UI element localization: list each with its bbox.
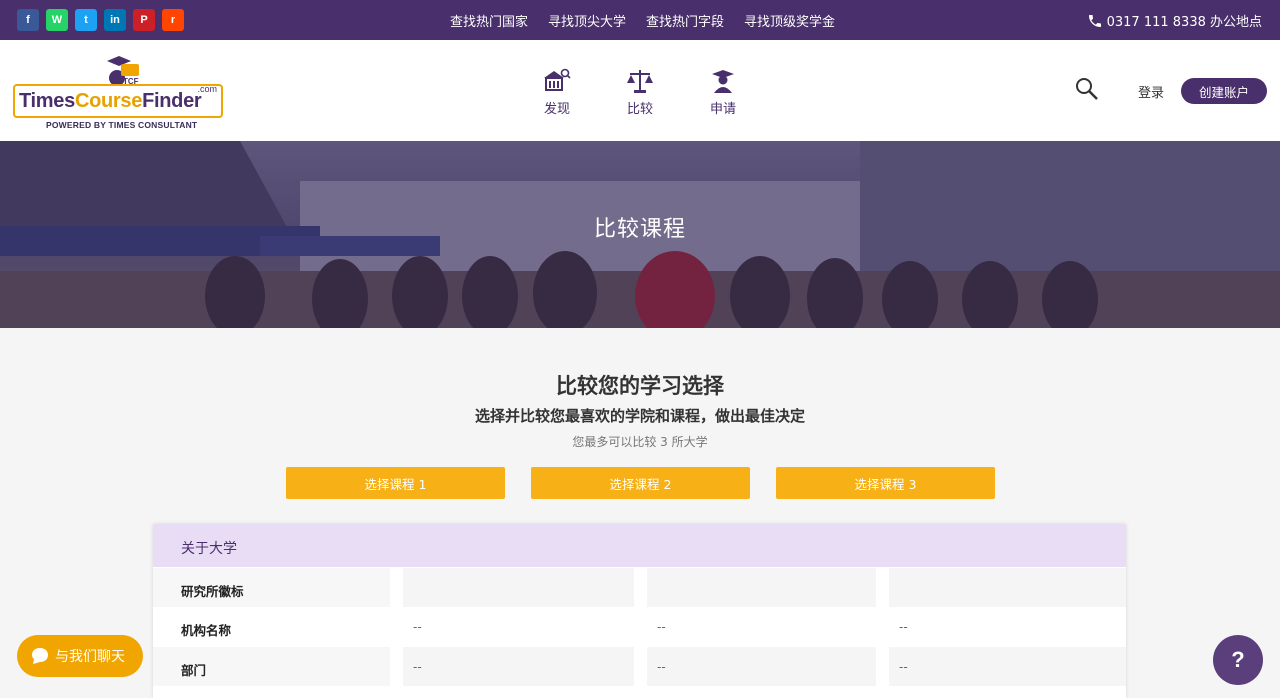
linkedin-icon[interactable]: in [104, 9, 126, 31]
pinterest-icon[interactable]: P [133, 9, 155, 31]
logo-dotcom: .com [197, 84, 217, 94]
create-account-button[interactable]: 创建账户 [1181, 78, 1267, 104]
search-icon[interactable] [1075, 77, 1099, 101]
select-course-1-button[interactable]: 选择课程 1 [286, 467, 505, 499]
apply-graduate-icon [712, 70, 734, 93]
nav-compare[interactable]: 比较 [620, 68, 660, 117]
table-cell: -- [647, 647, 876, 686]
table-cell [889, 568, 1126, 607]
table-cell: -- [403, 607, 634, 646]
nav-apply[interactable]: 申请 [703, 68, 743, 117]
nav-compare-label: 比较 [626, 102, 653, 117]
table-cell [403, 568, 634, 607]
chat-bubble-icon [32, 648, 48, 664]
chat-label: 与我们聊天 [55, 649, 125, 665]
select-course-2-button[interactable]: 选择课程 2 [531, 467, 750, 499]
chat-button[interactable]: 与我们聊天 [17, 635, 143, 677]
facebook-icon[interactable]: f [17, 9, 39, 31]
table-cell: -- [647, 607, 876, 646]
phone-text: 0317 111 8338 办公地点 [1106, 15, 1262, 30]
whatsapp-icon[interactable]: W [46, 9, 68, 31]
table-cell: -- [889, 607, 1126, 646]
top-link-fields[interactable]: 查找热门字段 [646, 11, 724, 30]
twitter-icon[interactable]: t [75, 9, 97, 31]
login-link[interactable]: 登录 [1138, 82, 1164, 101]
help-button[interactable]: ? [1213, 635, 1263, 685]
compare-scale-icon [627, 70, 653, 93]
main-header: TCF TimesCourseFinder .com POWERED BY TI… [0, 40, 1280, 141]
site-logo[interactable]: TCF TimesCourseFinder .com POWERED BY TI… [13, 52, 225, 132]
comparison-table: 关于大学 研究所徽标 机构名称 -- -- -- 部门 -- -- -- [153, 524, 1126, 698]
top-link-countries[interactable]: 查找热门国家 [450, 11, 528, 30]
top-bar: f W t in P r 查找热门国家 寻找顶尖大学 查找热门字段 寻找顶级奖学… [0, 0, 1280, 40]
nav-discover-label: 发现 [543, 102, 570, 117]
top-link-scholarships[interactable]: 寻找顶级奖学金 [744, 11, 835, 30]
top-links: 查找热门国家 寻找顶尖大学 查找热门字段 寻找顶级奖学金 [450, 11, 835, 30]
nav-apply-label: 申请 [709, 102, 736, 117]
compare-note: 您最多可以比较 3 所大学 [572, 435, 708, 449]
table-cell: -- [403, 647, 634, 686]
compare-subtitle: 选择并比较您最喜欢的学院和课程，做出最佳决定 [474, 407, 805, 425]
table-cell: -- [889, 647, 1126, 686]
row-label-department: 部门 [153, 647, 390, 686]
compare-title: 比较您的学习选择 [556, 374, 724, 398]
discover-icon [544, 68, 571, 91]
row-label-logo: 研究所徽标 [153, 568, 390, 607]
row-label-institution: 机构名称 [153, 607, 390, 646]
hero-title: 比较课程 [593, 217, 686, 242]
table-section-header: 关于大学 [153, 524, 1126, 567]
hero-banner: 比较课程 [0, 141, 1280, 328]
logo-wordmark: TimesCourseFinder [13, 84, 223, 118]
table-cell [647, 568, 876, 607]
phone-contact[interactable]: 0317 111 8338 办公地点 [1087, 11, 1262, 30]
phone-icon [1088, 14, 1101, 27]
top-link-universities[interactable]: 寻找顶尖大学 [548, 11, 626, 30]
nav-discover[interactable]: 发现 [537, 68, 577, 117]
logo-tagline: POWERED BY TIMES CONSULTANT [46, 120, 198, 130]
reddit-icon[interactable]: r [162, 9, 184, 31]
select-course-3-button[interactable]: 选择课程 3 [776, 467, 995, 499]
